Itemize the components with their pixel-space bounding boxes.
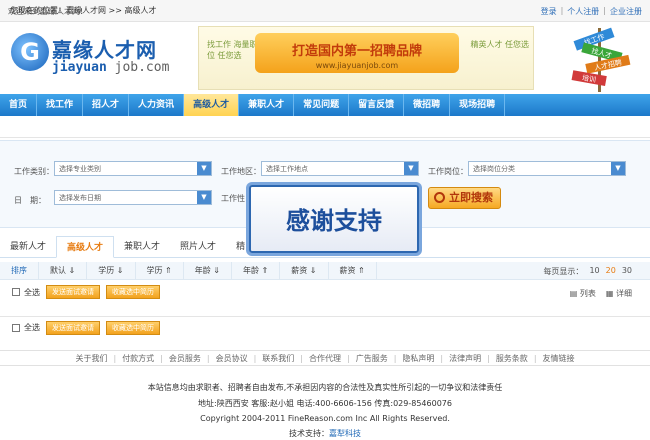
footer-link-ads[interactable]: 广告服务 bbox=[356, 353, 388, 364]
page-size-30[interactable]: 30 bbox=[622, 266, 632, 277]
footer-support: 技术支持：嘉犁科技 bbox=[289, 429, 361, 438]
sort-salary-asc[interactable]: 薪资 ⇑ bbox=[329, 261, 377, 280]
logo-icon[interactable]: G bbox=[11, 33, 49, 71]
site-logo-name[interactable]: 嘉缘人才网 bbox=[52, 34, 157, 63]
nav-micro-recruit[interactable]: 微招聘 bbox=[404, 94, 451, 116]
search-button[interactable]: 立即搜索 bbox=[428, 187, 501, 209]
footer-link-agency[interactable]: 合作代理 bbox=[309, 353, 341, 364]
view-toggle: ▤ 列表 ▦ 详细 bbox=[570, 288, 632, 299]
sort-label: 排序 bbox=[0, 261, 39, 280]
thanks-popup[interactable]: 感谢支持 bbox=[249, 185, 419, 253]
breadcrumb-bar bbox=[0, 120, 650, 138]
sort-default[interactable]: 默认 ⇓ bbox=[39, 261, 88, 280]
job-category-label: 工作类别： bbox=[14, 167, 54, 176]
banner-left-text: 找工作 海量职位 任您选 bbox=[207, 40, 258, 60]
save-resume-button[interactable]: 收藏选中简历 bbox=[106, 285, 160, 299]
tab-senior-talent[interactable]: 高级人才 bbox=[56, 236, 115, 258]
footer-link-privacy[interactable]: 隐私声明 bbox=[402, 353, 434, 364]
footer-link-payment[interactable]: 付款方式 bbox=[122, 353, 154, 364]
page-size-20[interactable]: 20 bbox=[606, 266, 616, 277]
signpost-icon: 找工作 找人才 人才招聘 培训 bbox=[571, 27, 631, 92]
company-register-link[interactable]: 企业注册 bbox=[610, 6, 642, 17]
page-size-10[interactable]: 10 bbox=[589, 266, 599, 277]
select-all-label: 全选 bbox=[24, 287, 40, 297]
banner-url: www.jiayuanjob.com bbox=[315, 61, 399, 70]
footer-links: 关于我们 | 付款方式 | 会员服务 | 会员协议 | 联系我们 | 合作代理 | 广告服务… bbox=[0, 350, 650, 366]
nav-hr-news[interactable]: 人力资讯 bbox=[129, 94, 185, 116]
tab-photo-talent[interactable]: 照片人才 bbox=[170, 236, 226, 258]
main-nav: 首页 找工作 招人才 人力资讯 高级人才 兼职人才 常见问题 留言反馈 微招聘 … bbox=[0, 94, 650, 116]
footer-link-friends[interactable]: 友情链接 bbox=[543, 353, 575, 364]
nav-faq[interactable]: 常见问题 bbox=[294, 94, 350, 116]
job-area-label: 工作地区： bbox=[221, 167, 261, 176]
breadcrumb: 您现在的位置：嘉缘人才网 >> 高级人才 bbox=[10, 6, 157, 15]
job-area-select[interactable]: 选择工作地点 ▼ bbox=[261, 161, 419, 176]
sort-education-asc[interactable]: 学历 ⇑ bbox=[136, 261, 184, 280]
job-position-label: 工作岗位： bbox=[428, 167, 468, 176]
date-label: 日 期： bbox=[14, 196, 46, 205]
banner-right-text: 精英人才 任您选 bbox=[470, 40, 529, 49]
tab-latest-talent[interactable]: 最新人才 bbox=[0, 236, 56, 258]
footer-link-member-agreement[interactable]: 会员协议 bbox=[216, 353, 248, 364]
chevron-down-icon: ▼ bbox=[197, 191, 211, 204]
footer-copyright: Copyright 2004-2011 FineReason.com Inc A… bbox=[200, 414, 450, 423]
select-all-checkbox[interactable] bbox=[12, 323, 20, 332]
page-size: 每页显示： 10 20 30 bbox=[543, 266, 632, 277]
footer-link-legal[interactable]: 法律声明 bbox=[449, 353, 481, 364]
tab-parttime-talent[interactable]: 兼职人才 bbox=[114, 236, 170, 258]
select-all-label: 全选 bbox=[24, 323, 40, 332]
send-invite-button[interactable]: 发送面试邀请 bbox=[46, 285, 100, 299]
login-link[interactable]: 登录 bbox=[541, 6, 557, 17]
date-select[interactable]: 选择发布日期 ▼ bbox=[54, 190, 212, 205]
detail-icon: ▦ bbox=[605, 289, 614, 298]
footer-link-member-service[interactable]: 会员服务 bbox=[169, 353, 201, 364]
support-link[interactable]: 嘉犁科技 bbox=[329, 429, 361, 438]
chevron-down-icon: ▼ bbox=[197, 162, 211, 175]
footer-link-terms[interactable]: 服务条款 bbox=[496, 353, 528, 364]
job-position-select[interactable]: 选择岗位分类 ▼ bbox=[468, 161, 626, 176]
search-icon bbox=[434, 192, 445, 203]
job-category-select[interactable]: 选择专业类别 ▼ bbox=[54, 161, 212, 176]
send-invite-button[interactable]: 发送面试邀请 bbox=[46, 320, 100, 335]
footer-disclaimer: 本站信息均由求职者、招聘者自由发布,不承担因内容的合法性及真实性所引起的一切争议… bbox=[147, 383, 503, 392]
nav-feedback[interactable]: 留言反馈 bbox=[349, 94, 405, 116]
chevron-down-icon: ▼ bbox=[404, 162, 418, 175]
list-view-button[interactable]: ▤ 列表 bbox=[570, 288, 596, 299]
site-logo-domain: jiayuan job.com bbox=[52, 60, 170, 75]
nav-home[interactable]: 首页 bbox=[0, 94, 38, 116]
sort-salary-desc[interactable]: 薪资 ⇓ bbox=[280, 261, 329, 280]
separator: | bbox=[603, 6, 606, 15]
sort-age-desc[interactable]: 年龄 ⇓ bbox=[184, 261, 232, 280]
top-links: 登录 | 个人注册 | 企业注册 bbox=[541, 6, 642, 17]
sort-age-asc[interactable]: 年龄 ⇑ bbox=[232, 261, 281, 280]
action-row-bottom: 全选 发送面试邀请 收藏选中简历 bbox=[0, 316, 650, 338]
action-row-top: 全选 发送面试邀请 收藏选中简历 bbox=[0, 281, 650, 303]
nav-find-job[interactable]: 找工作 bbox=[37, 94, 84, 116]
save-resume-button[interactable]: 收藏选中简历 bbox=[106, 320, 160, 335]
ad-banner[interactable]: 找工作 海量职位 任您选 打造国内第一招聘品牌 www.jiayuanjob.c… bbox=[198, 26, 534, 90]
footer-address: 地址:陕西西安 客服:赵小姐 电话:400-6606-156 传真:029-85… bbox=[198, 399, 452, 408]
detail-view-button[interactable]: ▦ 详细 bbox=[606, 288, 632, 299]
separator: | bbox=[560, 6, 564, 15]
nav-find-talent[interactable]: 招人才 bbox=[83, 94, 130, 116]
list-icon: ▤ bbox=[569, 289, 578, 298]
nav-onsite-recruit[interactable]: 现场招聘 bbox=[450, 94, 506, 116]
sort-education-desc[interactable]: 学历 ⇓ bbox=[87, 261, 136, 280]
work-nature-label: 工作性 bbox=[221, 194, 245, 203]
page-size-label: 每页显示： bbox=[543, 267, 584, 276]
personal-register-link[interactable]: 个人注册 bbox=[567, 6, 599, 17]
select-all-checkbox[interactable] bbox=[12, 288, 20, 296]
footer-link-about[interactable]: 关于我们 bbox=[75, 353, 107, 364]
chevron-down-icon: ▼ bbox=[611, 162, 625, 175]
nav-parttime-talent[interactable]: 兼职人才 bbox=[239, 94, 295, 116]
footer-link-contact[interactable]: 联系我们 bbox=[262, 353, 294, 364]
banner-slogan: 打造国内第一招聘品牌 bbox=[291, 44, 422, 59]
banner-center-box: 打造国内第一招聘品牌 www.jiayuanjob.com bbox=[255, 33, 459, 73]
thanks-popup-text: 感谢支持 bbox=[286, 207, 382, 235]
nav-senior-talent[interactable]: 高级人才 bbox=[184, 94, 240, 116]
